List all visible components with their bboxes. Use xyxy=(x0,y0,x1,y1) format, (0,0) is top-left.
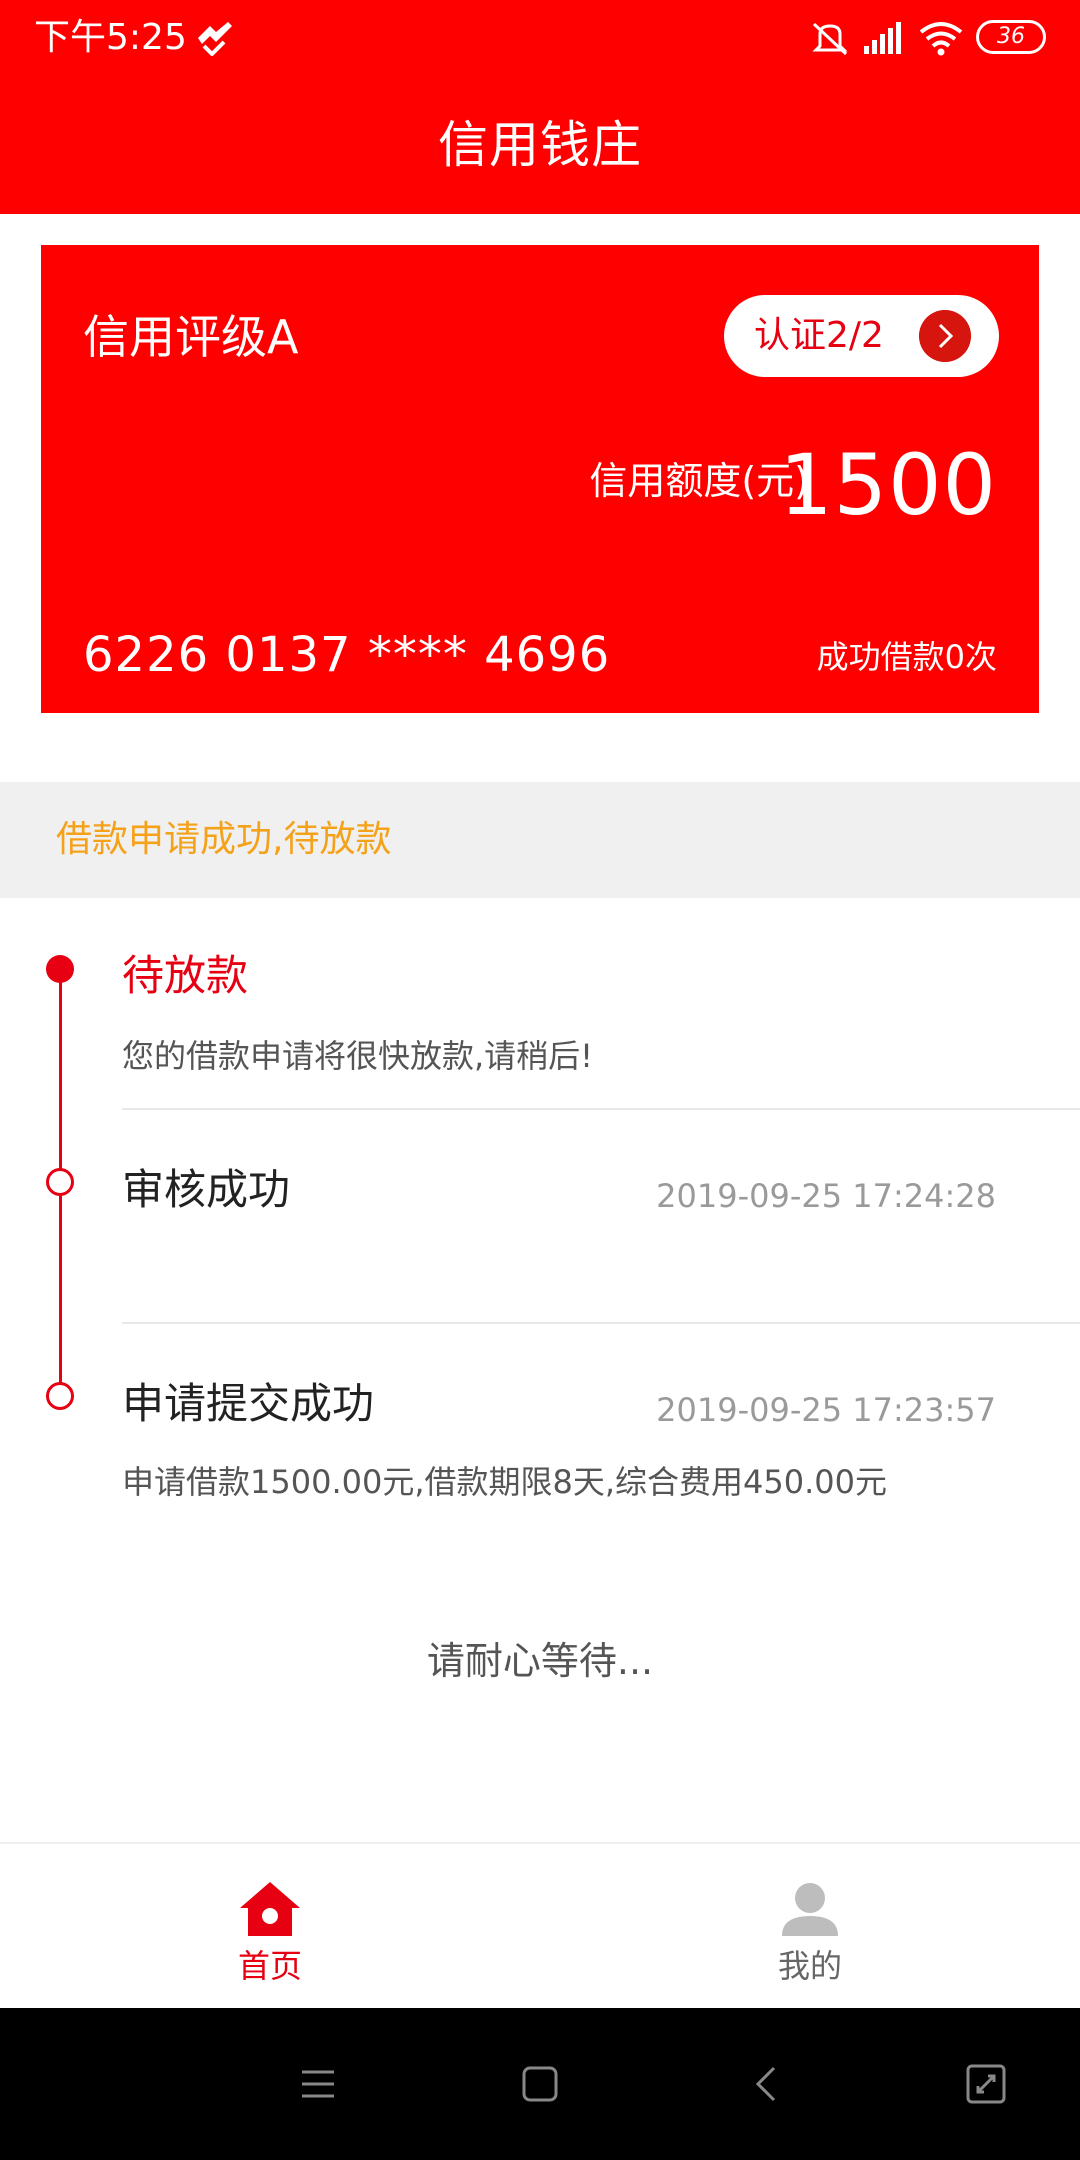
battery-level: 36 xyxy=(997,24,1025,49)
step-desc: 您的借款申请将很快放款,请稍后! xyxy=(122,1037,594,1075)
nav-item-home[interactable]: 首页 xyxy=(0,1844,540,2010)
card-number: 6226 0137 **** 4696 xyxy=(83,627,611,683)
battery-icon: 36 xyxy=(976,20,1046,54)
wifi-icon xyxy=(919,22,963,56)
status-banner-text: 借款申请成功,待放款 xyxy=(56,819,392,860)
notification-icon xyxy=(198,22,232,56)
timeline-dot xyxy=(46,1168,74,1196)
nav-label: 我的 xyxy=(777,1947,842,1985)
verify-label: 认证2/2 xyxy=(754,315,884,356)
home-square-icon[interactable] xyxy=(516,2060,564,2108)
app-header: 信用钱庄 xyxy=(0,76,1080,214)
bottom-nav: 首页 我的 xyxy=(0,1842,1080,2008)
success-count: 成功借款0次 xyxy=(816,638,997,676)
timeline-dot-active xyxy=(46,955,74,983)
chevron-right-icon xyxy=(919,310,971,362)
credit-rating: 信用评级A xyxy=(83,310,299,364)
mute-icon xyxy=(812,22,848,56)
signal-icon xyxy=(864,22,901,54)
step-title: 待放款 xyxy=(122,951,249,1000)
credit-limit-label: 信用额度(元) xyxy=(589,459,809,503)
expand-icon[interactable] xyxy=(962,2060,1010,2108)
step-desc: 申请借款1500.00元,借款期限8天,综合费用450.00元 xyxy=(122,1463,888,1501)
back-icon[interactable] xyxy=(744,2060,792,2108)
credit-card: 信用评级A 认证2/2 信用额度(元) 1500 6226 0137 **** … xyxy=(41,245,1039,713)
step-time: 2019-09-25 17:24:28 xyxy=(656,1177,996,1215)
status-bar: 下午5:25 36 xyxy=(0,0,1080,76)
step-title: 申请提交成功 xyxy=(122,1379,375,1428)
user-icon xyxy=(782,1883,838,1936)
verify-button[interactable]: 认证2/2 xyxy=(724,295,999,377)
page-title: 信用钱庄 xyxy=(438,116,642,174)
timeline-dot xyxy=(46,1382,74,1410)
step-time: 2019-09-25 17:23:57 xyxy=(656,1391,996,1429)
status-banner: 借款申请成功,待放款 xyxy=(0,782,1080,898)
wait-text: 请耐心等待... xyxy=(426,1639,654,1683)
home-icon xyxy=(240,1882,300,1936)
divider xyxy=(122,1108,1080,1110)
nav-label: 首页 xyxy=(237,1947,302,1985)
divider xyxy=(122,1322,1080,1324)
system-nav-bar xyxy=(0,2008,1080,2160)
step-title: 审核成功 xyxy=(122,1165,291,1214)
menu-icon[interactable] xyxy=(294,2060,342,2108)
nav-item-mine[interactable]: 我的 xyxy=(540,1844,1080,2010)
status-time: 下午5:25 xyxy=(34,17,187,58)
credit-limit-value: 1500 xyxy=(779,436,997,534)
